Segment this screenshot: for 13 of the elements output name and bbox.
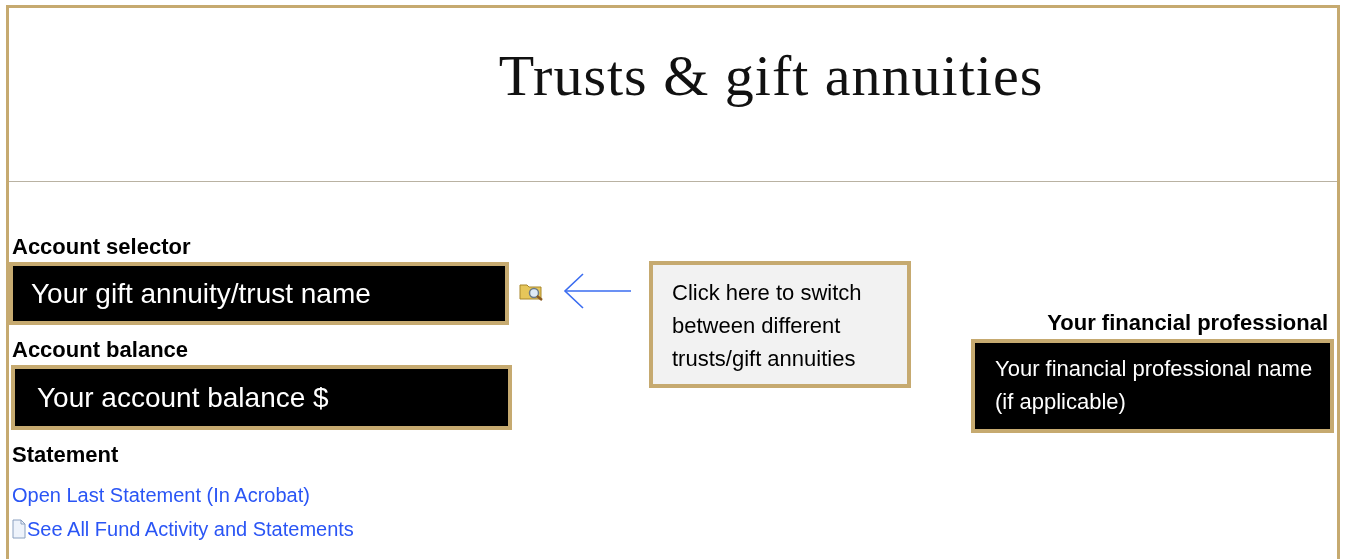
callout-note: Click here to switch between different trusts/gift annuities	[649, 261, 911, 388]
financial-professional-field: Your financial professional name (if applicable)	[971, 339, 1334, 433]
page-title: Trusts & gift annuities	[498, 42, 1044, 110]
account-balance-label: Account balance	[11, 337, 189, 363]
financial-professional-label: Your financial professional	[1046, 310, 1329, 336]
account-balance-field: Your account balance $	[11, 365, 512, 430]
folder-search-icon[interactable]	[519, 281, 545, 301]
account-selector-label: Account selector	[11, 234, 191, 260]
document-icon	[12, 519, 26, 539]
statement-link[interactable]: See All Fund Activity and Statements	[9, 512, 354, 546]
statement-label: Statement	[11, 442, 119, 468]
statement-link[interactable]: Open Last Statement (In Acrobat)	[9, 478, 310, 512]
account-selector-field[interactable]: Your gift annuity/trust name	[9, 262, 509, 325]
